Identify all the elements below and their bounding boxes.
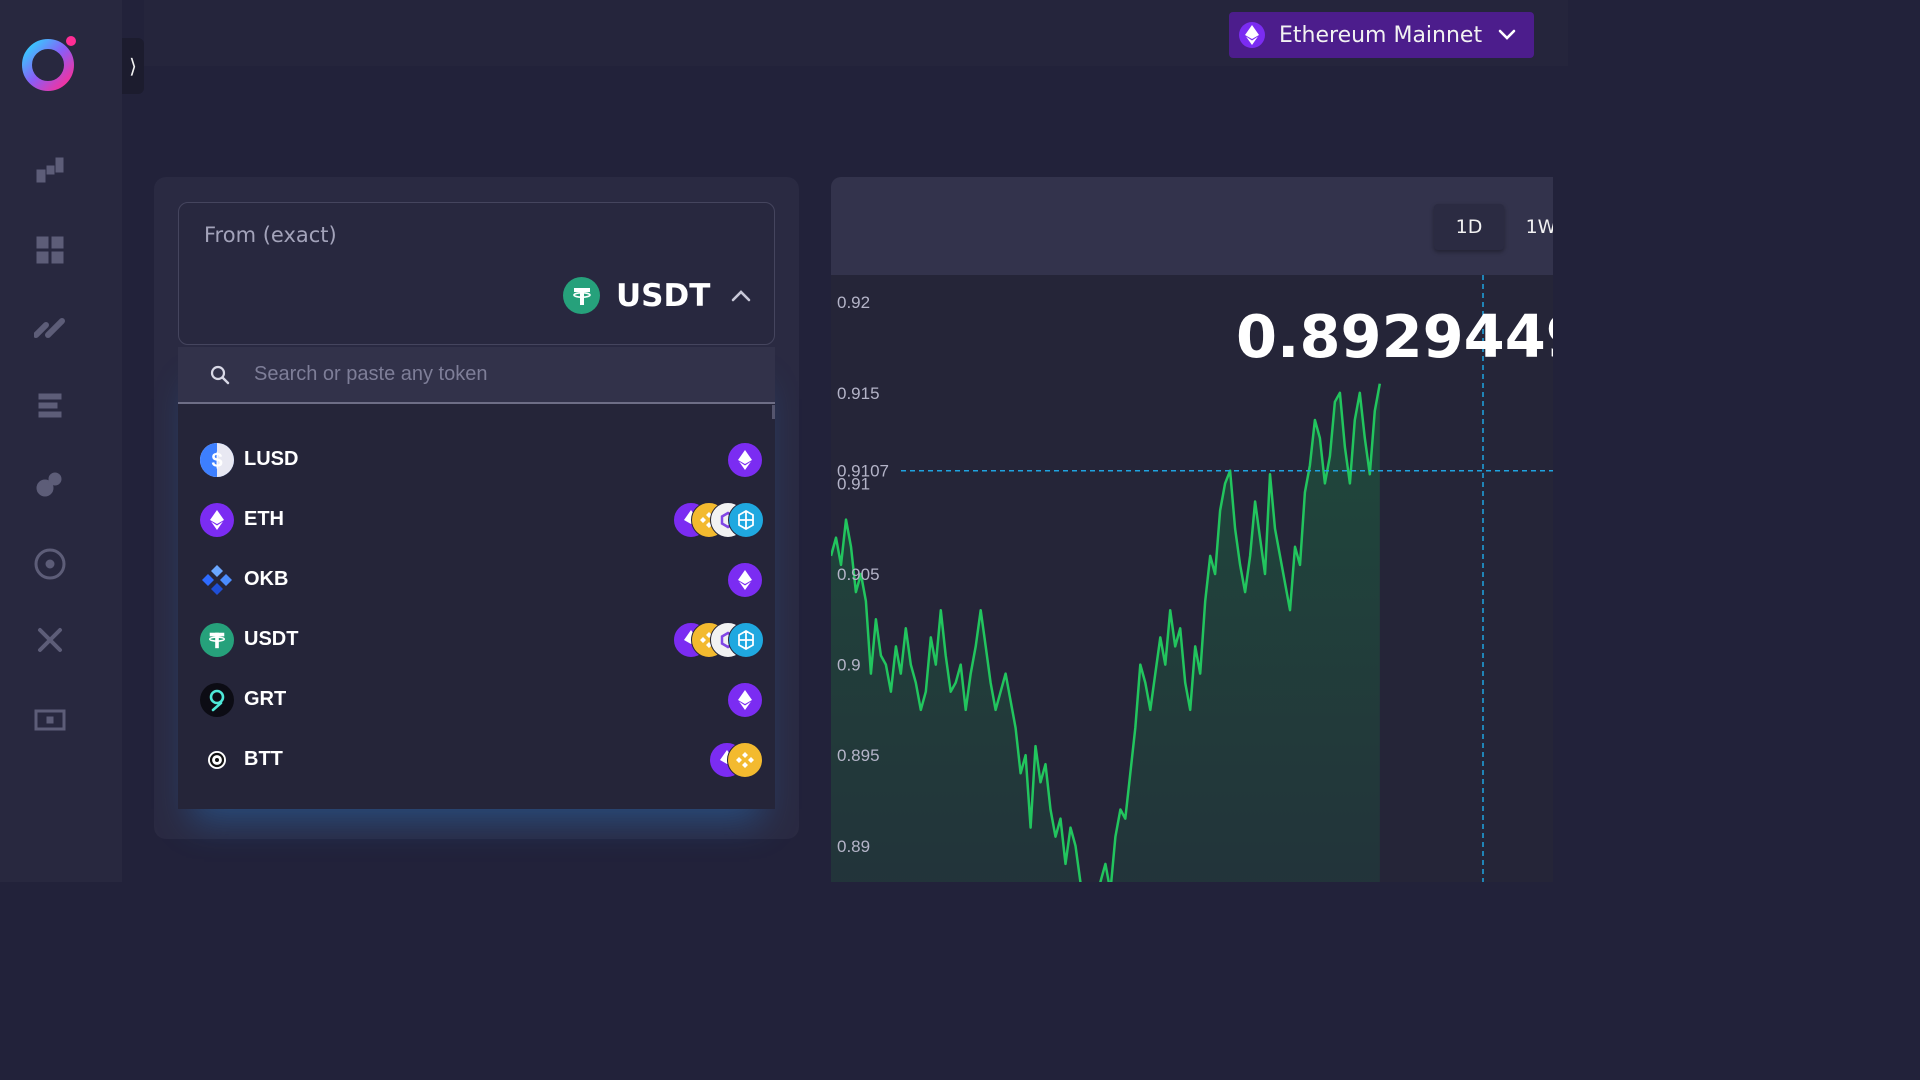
slashes-icon[interactable] bbox=[32, 310, 68, 346]
target-icon[interactable] bbox=[32, 546, 68, 582]
okb-icon bbox=[200, 563, 234, 597]
token-name: LUSD bbox=[244, 448, 299, 470]
token-row-okb[interactable]: OKB bbox=[178, 549, 775, 609]
lusd-icon: $ bbox=[200, 443, 234, 477]
timeframe-1d[interactable]: 1D bbox=[1434, 204, 1504, 250]
fantom-chain-icon bbox=[728, 622, 764, 658]
tether-icon bbox=[200, 623, 234, 657]
token-row-lusd[interactable]: $ LUSD bbox=[178, 429, 775, 489]
token-row-eth[interactable]: ETH bbox=[178, 489, 775, 549]
token-name: ETH bbox=[244, 508, 284, 530]
token-search-input[interactable] bbox=[252, 353, 736, 396]
chevron-down-icon bbox=[1498, 29, 1516, 40]
bar-steps-icon[interactable] bbox=[32, 152, 68, 188]
price-chart-panel: 1D 1W 0.92 0.915 0.91 0.905 0.9 0.895 0.89 0.91… bbox=[831, 177, 1553, 882]
y-tick-label: 0.905 bbox=[837, 565, 880, 584]
chain-badges bbox=[673, 502, 765, 538]
y-tick-label: 0.89 bbox=[837, 837, 870, 856]
token-name: BTT bbox=[244, 748, 283, 770]
token-row-btt[interactable]: BTT bbox=[178, 729, 775, 789]
y-tick-label: 0.895 bbox=[837, 746, 880, 765]
y-tick-label: 0.92 bbox=[837, 293, 870, 312]
token-search bbox=[178, 347, 775, 404]
banknote-icon[interactable] bbox=[32, 702, 68, 738]
fantom-chain-icon bbox=[728, 502, 764, 538]
token-name: OKB bbox=[244, 568, 289, 590]
bittorrent-icon bbox=[200, 743, 234, 777]
ethereum-icon bbox=[200, 503, 234, 537]
y-tick-label: 0.9 bbox=[837, 656, 861, 675]
price-area-fill bbox=[831, 383, 1380, 882]
ethereum-chain-icon bbox=[727, 442, 763, 478]
token-dropdown: $ LUSD ETH OKB bbox=[178, 347, 775, 809]
graph-icon bbox=[200, 683, 234, 717]
chain-badges bbox=[709, 742, 765, 778]
ethereum-chain-icon bbox=[727, 682, 763, 718]
chain-badges bbox=[727, 442, 765, 478]
swap-panel: From (exact) USDT $ LUSD ET bbox=[154, 177, 799, 839]
token-name: USDT bbox=[244, 628, 299, 650]
token-row-usdt[interactable]: USDT bbox=[178, 609, 775, 669]
token-row-grt[interactable]: GRT bbox=[178, 669, 775, 729]
current-price: 0.8929449 bbox=[1236, 302, 1553, 371]
selected-token-symbol: USDT bbox=[616, 277, 711, 314]
app-logo[interactable] bbox=[18, 32, 84, 94]
bars-icon[interactable] bbox=[32, 388, 68, 424]
from-input-box[interactable]: From (exact) USDT bbox=[178, 202, 775, 345]
chain-badges bbox=[673, 622, 765, 658]
scrollbar[interactable] bbox=[772, 405, 775, 419]
tether-icon bbox=[563, 277, 600, 314]
sidebar bbox=[0, 0, 122, 882]
y-tick-label: 0.915 bbox=[837, 384, 880, 403]
x-icon[interactable] bbox=[32, 622, 68, 658]
from-label: From (exact) bbox=[204, 223, 337, 247]
chain-badges bbox=[727, 682, 765, 718]
network-selector[interactable]: Ethereum Mainnet bbox=[1229, 12, 1534, 58]
chevron-up-icon bbox=[732, 289, 751, 301]
circles-icon[interactable] bbox=[32, 466, 68, 502]
bnb-chain-icon bbox=[727, 742, 763, 778]
sidebar-collapse-toggle[interactable]: ⟩ bbox=[122, 38, 144, 94]
grid-icon[interactable] bbox=[32, 232, 68, 268]
ethereum-icon bbox=[1239, 22, 1265, 48]
chart-header: 1D 1W bbox=[831, 177, 1553, 275]
ethereum-chain-icon bbox=[727, 562, 763, 598]
svg-text:$: $ bbox=[211, 450, 222, 472]
timeframe-1w[interactable]: 1W bbox=[1516, 204, 1553, 250]
token-name: GRT bbox=[244, 688, 287, 710]
search-icon bbox=[210, 365, 230, 384]
chain-badges bbox=[727, 562, 765, 598]
crosshair-price-label: 0.9107 bbox=[837, 462, 889, 481]
token-selector[interactable]: USDT bbox=[563, 277, 752, 314]
network-label: Ethereum Mainnet bbox=[1279, 22, 1483, 48]
